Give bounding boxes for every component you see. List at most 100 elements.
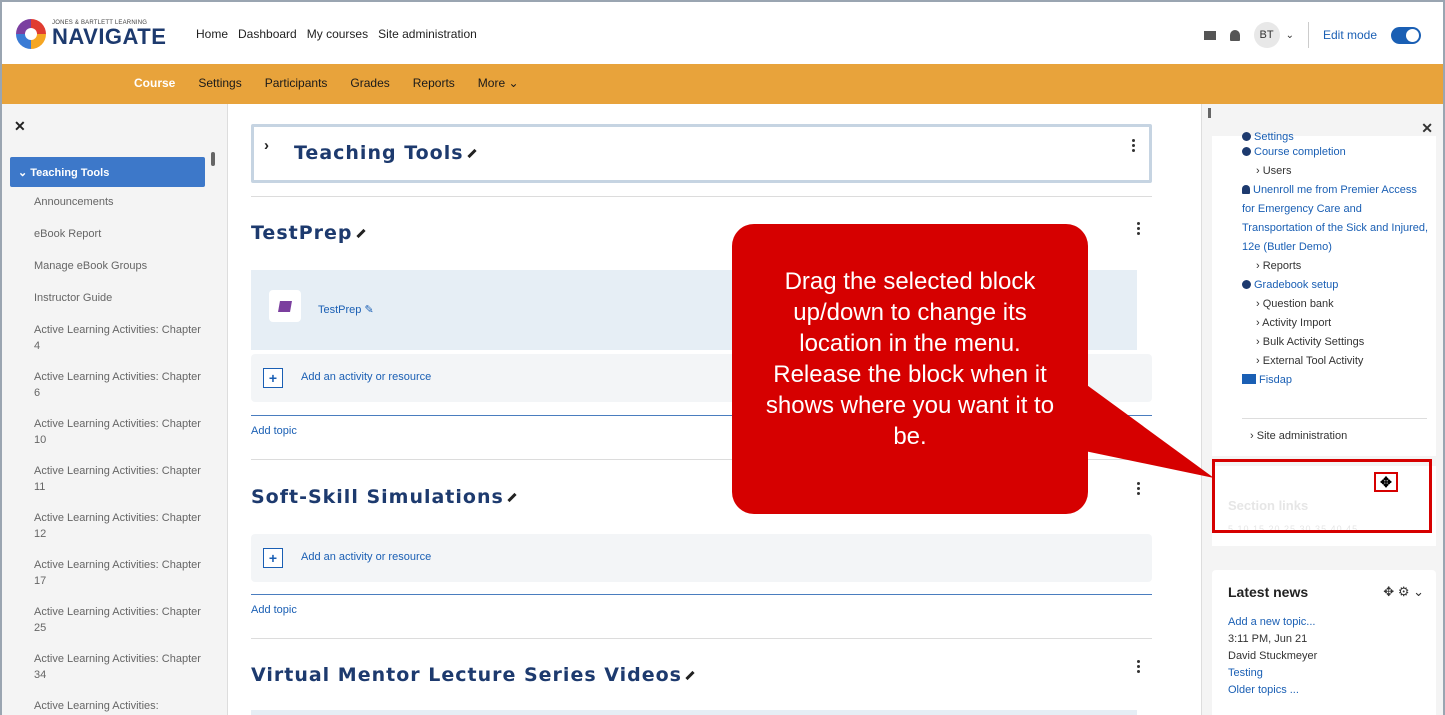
move-icon[interactable]: ✥ — [1383, 584, 1394, 599]
nav-dashboard[interactable]: Dashboard — [238, 27, 297, 41]
divider — [1307, 22, 1309, 48]
add-topic-link[interactable]: Add topic — [251, 425, 297, 437]
notifications-icon[interactable] — [1229, 29, 1240, 41]
edit-mode-toggle[interactable] — [1391, 26, 1421, 44]
block-controls: ✥ ⚙ ⌄ — [1383, 584, 1424, 600]
plus-icon[interactable]: + — [263, 368, 283, 388]
sidebar-item[interactable]: Instructor Guide — [34, 290, 204, 306]
pencil-icon[interactable] — [355, 228, 366, 239]
section-title: Teaching Tools — [294, 142, 477, 164]
admin-question-bank[interactable]: › Question bank — [1242, 295, 1432, 314]
gear-icon[interactable]: ⚙ — [1398, 584, 1410, 599]
highlight-box — [1212, 459, 1432, 533]
chevron-down-icon[interactable]: ⌄ — [1413, 584, 1424, 599]
sidebar-item-teaching-tools[interactable]: ⌄ Teaching Tools — [10, 157, 205, 187]
nav-my-courses[interactable]: My courses — [307, 27, 368, 41]
admin-external-tool-label: External Tool Activity — [1262, 355, 1364, 367]
tab-reports[interactable]: Reports — [413, 76, 455, 90]
scrollbar[interactable] — [1208, 108, 1211, 118]
tab-participants[interactable]: Participants — [265, 76, 328, 90]
admin-settings[interactable]: Settings — [1242, 132, 1432, 143]
kebab-menu-icon[interactable] — [1137, 482, 1140, 497]
tab-grades[interactable]: Grades — [350, 76, 389, 90]
admin-external-tool[interactable]: › External Tool Activity — [1242, 352, 1432, 371]
admin-unenroll-label: Unenroll me from Premier Access for Emer… — [1242, 184, 1429, 253]
section-title: Soft-Skill Simulations — [251, 486, 517, 508]
kebab-menu-icon[interactable] — [1137, 660, 1140, 675]
admin-gradebook[interactable]: Gradebook setup — [1242, 276, 1432, 295]
pencil-icon[interactable] — [466, 148, 477, 159]
admin-activity-import[interactable]: › Activity Import — [1242, 314, 1432, 333]
kebab-menu-icon[interactable] — [1132, 139, 1135, 154]
admin-course-completion[interactable]: Course completion — [1242, 143, 1432, 162]
flashcards-icon — [269, 290, 301, 322]
divider — [1242, 418, 1427, 419]
tab-course[interactable]: Course — [134, 76, 175, 90]
tab-settings[interactable]: Settings — [198, 76, 241, 90]
user-menu[interactable]: BT ⌄ — [1253, 22, 1294, 48]
administration-tree: Settings Course completion › Users Unenr… — [1242, 132, 1432, 390]
sidebar-item[interactable]: eBook Report — [34, 226, 204, 242]
chevron-down-icon: ⌄ — [18, 167, 28, 179]
section-teaching-tools[interactable]: › Teaching Tools — [251, 124, 1152, 183]
activity-link[interactable]: TestPrep ✎ — [318, 303, 374, 316]
sidebar-item[interactable]: Active Learning Activities: Chapter 25 — [34, 604, 204, 636]
pencil-icon[interactable] — [507, 492, 517, 503]
divider — [251, 638, 1152, 639]
sidebar-item[interactable]: Active Learning Activities: Chapter 10 — [34, 416, 204, 448]
add-news-topic-link[interactable]: Add a new topic... — [1228, 614, 1317, 631]
add-activity-link[interactable]: Add an activity or resource — [301, 371, 431, 383]
add-activity-link[interactable]: Add an activity or resource — [301, 551, 431, 563]
user-controls: BT ⌄ Edit mode — [1203, 22, 1421, 48]
sidebar-item[interactable]: Manage eBook Groups — [34, 258, 204, 274]
admin-fisdap[interactable]: Fisdap — [1242, 371, 1432, 390]
site-administration-label: Site administration — [1256, 430, 1348, 442]
site-administration-link[interactable]: › Site administration — [1250, 430, 1347, 442]
sidebar-item[interactable]: Announcements — [34, 194, 204, 210]
sidebar-item[interactable]: Active Learning Activities: Chapter 17 — [34, 557, 204, 589]
gear-icon — [1242, 132, 1251, 141]
sidebar-item[interactable]: Active Learning Activities: Chapter 4 — [34, 322, 204, 354]
pencil-icon[interactable] — [685, 670, 695, 681]
news-author: David Stuckmeyer — [1228, 650, 1318, 662]
gear-icon — [1242, 280, 1251, 289]
section-virtual-mentor: Virtual Mentor Lecture Series Videos — [251, 660, 1152, 686]
close-icon[interactable]: ✕ — [14, 118, 26, 135]
sidebar-item[interactable]: Active Learning Activities: — [34, 698, 204, 714]
admin-bulk-activity[interactable]: › Bulk Activity Settings — [1242, 333, 1432, 352]
section-title-text: Soft-Skill Simulations — [251, 486, 504, 508]
messages-icon[interactable] — [1203, 30, 1216, 40]
tab-more[interactable]: More ⌄ — [478, 76, 519, 90]
news-post-link[interactable]: Testing — [1228, 665, 1317, 682]
admin-settings-label: Settings — [1254, 132, 1294, 143]
admin-unenroll[interactable]: Unenroll me from Premier Access for Emer… — [1242, 181, 1432, 257]
sidebar-item[interactable]: Active Learning Activities: Chapter 34 — [34, 651, 204, 683]
sidebar-item[interactable]: Active Learning Activities: Chapter 6 — [34, 369, 204, 401]
scrollbar[interactable] — [211, 152, 215, 166]
sidebar-item[interactable]: Active Learning Activities: Chapter 12 — [34, 510, 204, 542]
course-nav-bar: Course Settings Participants Grades Repo… — [0, 64, 1445, 104]
section-title: Virtual Mentor Lecture Series Videos — [251, 664, 695, 686]
navigate-logo[interactable]: JONES & BARTLETT LEARNING NAVIGATE — [16, 10, 166, 58]
admin-reports[interactable]: › Reports — [1242, 257, 1432, 276]
course-index-drawer: ✕ ⌄ Teaching Tools Announcements eBook R… — [0, 104, 228, 715]
section-title: TestPrep — [251, 222, 366, 244]
admin-users[interactable]: › Users — [1242, 162, 1432, 181]
section-title-text: Virtual Mentor Lecture Series Videos — [251, 664, 682, 686]
move-icon[interactable]: ✥ — [1374, 472, 1398, 492]
chevron-right-icon[interactable]: › — [264, 137, 269, 154]
plus-icon[interactable]: + — [263, 548, 283, 568]
course-nav: Course Settings Participants Grades Repo… — [134, 76, 519, 90]
section-title-text: TestPrep — [251, 222, 353, 244]
pencil-icon[interactable]: ✎ — [364, 304, 373, 316]
kebab-menu-icon[interactable] — [1137, 222, 1140, 237]
add-topic-link[interactable]: Add topic — [251, 604, 297, 616]
older-topics-link[interactable]: Older topics ... — [1228, 682, 1317, 699]
block-drawer: ✕ Settings Course completion › Users Une… — [1201, 104, 1445, 715]
sidebar-item[interactable]: Active Learning Activities: Chapter 11 — [34, 463, 204, 495]
nav-site-administration[interactable]: Site administration — [378, 27, 477, 41]
chevron-down-icon: ⌄ — [1285, 29, 1294, 41]
admin-gradebook-label: Gradebook setup — [1254, 279, 1339, 291]
add-activity-box[interactable]: + Add an activity or resource — [251, 534, 1152, 582]
nav-home[interactable]: Home — [196, 27, 228, 41]
